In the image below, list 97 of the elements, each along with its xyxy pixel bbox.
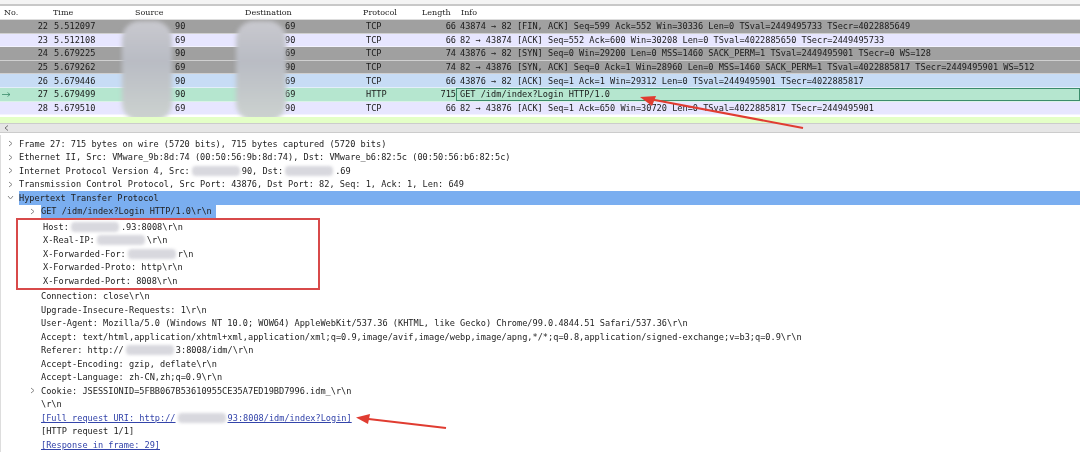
arrow-right-icon (2, 91, 11, 97)
detail-line[interactable]: \r\n (41, 397, 66, 411)
packet-protocol: TCP (365, 62, 383, 73)
packet-number: 22 (37, 21, 48, 32)
packet-number: 28 (37, 102, 48, 113)
packet-length: 66 (444, 102, 456, 113)
packet-destination: 90 (284, 62, 297, 73)
packet-destination: 69 (284, 89, 297, 100)
packet-time: 5.512108 (53, 34, 97, 45)
horizontal-scrollbar[interactable] (0, 123, 1080, 133)
detail-line[interactable]: Internet Protocol Version 4, Src: 90, Dst: .69 (19, 164, 1080, 178)
redaction-blur (191, 165, 240, 176)
packet-source: 90 (174, 89, 187, 100)
packet-destination: 69 (284, 48, 297, 59)
packet-length: 74 (444, 62, 456, 73)
packet-info: 82 → 43876 [SYN, ACK] Seq=0 Ack=1 Win=28960 Len=0 MSS=1460 SACK_PERM=1 TSval=4022885817 TSecr=2449495901 WS=512 (459, 61, 1036, 74)
packet-row[interactable]: 22 5.512097 90 69 TCP 66 43874 → 82 [FIN, ACK] Seq=599 Ack=552 Win=30336 Len=0 TSval=2449495733 TSecr=4022885649 (0, 20, 1080, 34)
packet-time: 5.679499 (53, 89, 97, 100)
column-header[interactable]: No. (0, 8, 48, 17)
packet-protocol: TCP (365, 21, 383, 32)
redaction-blur (285, 165, 334, 176)
packet-source: 90 (174, 48, 187, 59)
detail-line[interactable]: X-Forwarded-For: r\n (43, 247, 198, 261)
column-header[interactable]: Time (48, 8, 130, 17)
packet-time: 5.679225 (53, 48, 97, 59)
detail-line[interactable]: Cookie: JSESSIONID=5FBB067B53610955CE35A7ED19BD7996.idm_\r\n (41, 384, 356, 398)
detail-line[interactable]: Accept-Encoding: gzip, deflate\r\n (41, 357, 221, 371)
packet-protocol: TCP (365, 102, 383, 113)
column-header[interactable]: Protocol (358, 8, 418, 17)
detail-line[interactable]: Host: .93:8008\r\n (43, 220, 187, 234)
column-header[interactable]: Destination (240, 8, 358, 17)
redaction-blur (125, 345, 174, 356)
packet-protocol: TCP (365, 34, 383, 45)
packet-time: 5.679510 (53, 102, 97, 113)
packet-number: 24 (37, 48, 48, 59)
chevron-right-icon[interactable] (7, 153, 14, 161)
detail-line[interactable]: X-Real-IP: \r\n (43, 233, 172, 247)
packet-time: 5.512097 (53, 21, 97, 32)
chevron-right-icon[interactable] (7, 140, 14, 148)
packet-length: 66 (444, 21, 456, 32)
detail-line[interactable]: Connection: close\r\n (41, 289, 154, 303)
packet-source: 90 (174, 75, 187, 86)
packet-destination: 69 (284, 75, 297, 86)
scroll-left-icon[interactable] (4, 125, 9, 131)
detail-line[interactable]: Transmission Control Protocol, Src Port: 43876, Dst Port: 82, Seq: 1, Ack: 1, Len: 649 (19, 177, 1080, 191)
packet-source: 69 (174, 102, 187, 113)
packet-time: 5.679446 (53, 75, 97, 86)
packet-row[interactable]: 24 5.679225 90 69 TCP 74 43876 → 82 [SYN] Seq=0 Win=29200 Len=0 MSS=1460 SACK_PERM=1 TSval=2449495901 TSecr=0 WS=128 (0, 47, 1080, 61)
packet-info: GET /idm/index?Login HTTP/1.0 (456, 87, 1080, 101)
detail-line[interactable]: X-Forwarded-Proto: http\r\n (43, 260, 187, 274)
packet-source: 90 (174, 21, 187, 32)
packet-length: 66 (444, 34, 456, 45)
chevron-right-icon[interactable] (29, 387, 36, 395)
detail-line[interactable]: Accept-Language: zh-CN,zh;q=0.9\r\n (41, 370, 227, 384)
packet-protocol: HTTP (365, 89, 388, 100)
packet-info: 43876 → 82 [SYN] Seq=0 Win=29200 Len=0 MSS=1460 SACK_PERM=1 TSval=2449495901 TSecr=0 WS=128 (459, 47, 932, 60)
packet-number: 26 (37, 75, 48, 86)
packet-number: 25 (37, 62, 48, 73)
packet-destination: 90 (284, 34, 297, 45)
redaction-blur (127, 248, 176, 259)
packet-length: 715 (439, 89, 456, 100)
packet-number: 27 (37, 89, 48, 100)
column-header[interactable]: Info (456, 8, 1080, 17)
detail-link[interactable]: [Response in frame: 29] (41, 438, 164, 452)
packet-length: 66 (444, 75, 456, 86)
redaction-blur (96, 235, 145, 246)
column-header[interactable]: Length (418, 8, 456, 17)
packet-destination: 90 (284, 102, 297, 113)
detail-line[interactable]: Referer: http:// 3:8008/idm/\r\n (41, 343, 258, 357)
chevron-right-icon[interactable] (29, 207, 36, 215)
detail-line[interactable]: X-Forwarded-Port: 8008\r\n (43, 274, 182, 288)
chevron-down-icon[interactable] (7, 194, 14, 202)
packet-source: 69 (174, 34, 187, 45)
detail-line[interactable]: Ethernet II, Src: VMware_9b:8d:74 (00:50:56:9b:8d:74), Dst: VMware_b6:82:5c (00:50:56:b6:82:5c) (19, 150, 1080, 164)
detail-link[interactable]: [Full request URI: http:// 93:8008/idm/index?Login] (41, 411, 356, 425)
detail-line[interactable]: User-Agent: Mozilla/5.0 (Windows NT 10.0; WOW64) AppleWebKit/537.36 (KHTML, like Gecko) Chrome/99.0.4844.51 Safari/537.36\r\n (41, 316, 692, 330)
detail-line[interactable]: Upgrade-Insecure-Requests: 1\r\n (41, 303, 211, 317)
column-header[interactable]: Source (130, 8, 240, 17)
redaction-blur (70, 221, 119, 232)
chevron-right-icon[interactable] (7, 167, 14, 175)
packet-destination: 69 (284, 21, 297, 32)
detail-line[interactable]: Accept: text/html,application/xhtml+xml,application/xml;q=0.9,image/avif,image/webp,image/apng,*/*;q=0.8,application/signed-exchange;v=b3;q=0.9\r\n (41, 330, 806, 344)
detail-line[interactable]: [HTTP request 1/1] (41, 424, 139, 438)
packet-protocol: TCP (365, 48, 383, 59)
packet-info: 43876 → 82 [ACK] Seq=1 Ack=1 Win=29312 Len=0 TSval=2449495901 TSecr=4022885817 (459, 74, 865, 87)
packet-protocol: TCP (365, 75, 383, 86)
packet-length: 74 (444, 48, 456, 59)
chevron-right-icon[interactable] (7, 180, 14, 188)
packet-info: 82 → 43876 [ACK] Seq=1 Ack=650 Win=30720 Len=0 TSval=4022885817 TSecr=2449495901 (459, 101, 875, 115)
packet-source: 69 (174, 62, 187, 73)
detail-line[interactable]: Frame 27: 715 bytes on wire (5720 bits), 715 bytes captured (5720 bits) (19, 137, 1080, 151)
packet-number: 23 (37, 34, 48, 45)
packet-row[interactable]: 26 5.679446 90 69 TCP 66 43876 → 82 [ACK] Seq=1 Ack=1 Win=29312 Len=0 TSval=2449495901 TSecr=4022885817 (0, 74, 1080, 88)
redaction-blur (177, 412, 226, 423)
packet-info: 43874 → 82 [FIN, ACK] Seq=599 Ack=552 Win=30336 Len=0 TSval=2449495733 TSecr=4022885649 (459, 20, 912, 33)
packet-info: 82 → 43874 [ACK] Seq=552 Ack=600 Win=30208 Len=0 TSval=4022885650 TSecr=2449495733 (459, 33, 886, 47)
packet-time: 5.679262 (53, 62, 97, 73)
